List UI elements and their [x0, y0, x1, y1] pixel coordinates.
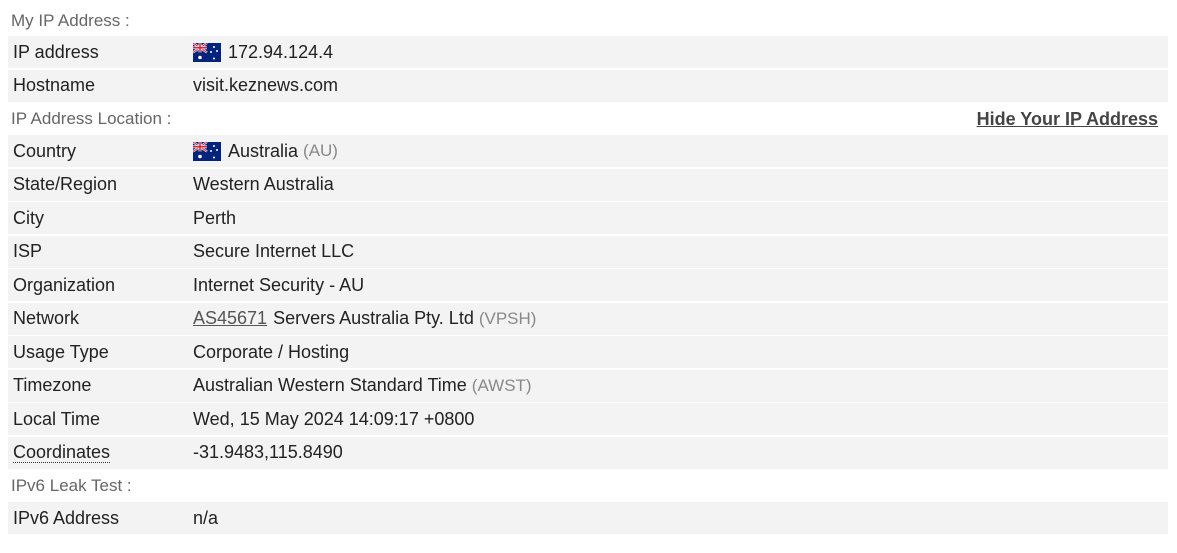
value-local-time: Wed, 15 May 2024 14:09:17 +0800 [193, 408, 475, 429]
value-ip-address: 172.94.124.4 [193, 42, 333, 63]
row-coordinates: Coordinates -31.9483,115.8490 [8, 436, 1168, 469]
label-coordinates[interactable]: Coordinates [8, 442, 193, 463]
value-state: Western Australia [193, 174, 334, 194]
label-local-time: Local Time [13, 408, 101, 429]
ip-address-text: 172.94.124.4 [228, 41, 334, 62]
value-timezone: Australian Western Standard Time (AWST) [193, 375, 532, 396]
value-ipv6: n/a [193, 507, 219, 528]
value-organization: Internet Security - AU [193, 274, 365, 295]
row-city: City Perth [8, 202, 1168, 234]
value-network: AS45671 Servers Australia Pty. Ltd (VPSH… [193, 308, 536, 329]
label-ip-address: IP address [13, 41, 99, 62]
hide-ip-link[interactable]: Hide Your IP Address [977, 109, 1158, 130]
row-local-time: Local Time Wed, 15 May 2024 14:09:17 +08… [8, 403, 1168, 435]
row-state: State/Region Western Australia [8, 168, 1168, 201]
label-country: Country [13, 140, 77, 161]
row-country: Country Australia (AU) [8, 135, 1168, 167]
row-network: Network AS45671 Servers Australia Pty. L… [8, 302, 1168, 335]
label-isp: ISP [13, 241, 43, 261]
section-title: IPv6 Leak Test : [11, 476, 132, 495]
row-hostname: Hostname visit.keznews.com [8, 69, 1168, 102]
section-title: IP Address Location : [11, 109, 172, 128]
row-isp: ISP Secure Internet LLC [8, 235, 1168, 268]
label-city: City [13, 207, 44, 228]
australia-flag-icon [193, 141, 221, 161]
coordinates-label-text[interactable]: Coordinates [13, 442, 111, 463]
label-usage-type: Usage Type [13, 341, 109, 362]
value-isp: Secure Internet LLC [193, 241, 355, 261]
section-location-title: IP Address Location : Hide Your IP Addre… [8, 103, 1168, 135]
value-coordinates: -31.9483,115.8490 [193, 442, 343, 462]
network-tag: (VPSH) [478, 308, 537, 328]
section-my-ip-title: My IP Address : [8, 6, 1168, 36]
row-ip-address: IP address 172.94.124.4 [8, 36, 1168, 68]
country-name: Australia [228, 140, 299, 161]
timezone-abbr: (AWST) [471, 375, 532, 395]
label-organization: Organization [13, 274, 116, 295]
row-usage-type: Usage Type Corporate / Hosting [8, 336, 1168, 368]
timezone-name: Australian Western Standard Time [193, 375, 467, 395]
asn-link[interactable]: AS45671 [193, 308, 267, 329]
row-ipv6: IPv6 Address n/a [8, 502, 1168, 534]
section-ipv6-title: IPv6 Leak Test : [8, 470, 1168, 502]
network-name: Servers Australia Pty. Ltd [273, 308, 474, 328]
country-code: (AU) [303, 141, 338, 160]
value-usage-type: Corporate / Hosting [193, 341, 350, 362]
value-hostname: visit.keznews.com [193, 75, 339, 95]
ip-info-panel: My IP Address : IP address 172.94.124.4 … [8, 6, 1168, 536]
row-timezone: Timezone Australian Western Standard Tim… [8, 369, 1168, 402]
label-ipv6: IPv6 Address [13, 507, 120, 528]
label-timezone: Timezone [13, 375, 92, 395]
row-organization: Organization Internet Security - AU [8, 269, 1168, 301]
australia-flag-icon [193, 42, 221, 62]
label-network: Network [13, 308, 80, 328]
label-state: State/Region [13, 174, 118, 194]
value-country: Australia (AU) [193, 141, 338, 162]
value-city: Perth [193, 207, 237, 228]
label-hostname: Hostname [13, 75, 96, 95]
section-title: My IP Address : [11, 11, 130, 30]
